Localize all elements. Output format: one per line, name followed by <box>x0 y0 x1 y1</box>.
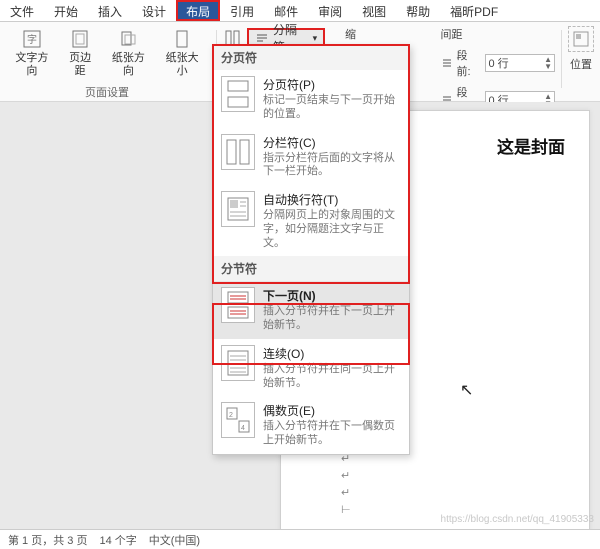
spacing-label: 间距 <box>441 26 555 42</box>
orientation-icon <box>117 28 139 50</box>
spin-buttons-icon: ▲▼ <box>544 56 552 70</box>
tab-layout[interactable]: 布局 <box>176 0 220 21</box>
svg-text:2: 2 <box>229 412 233 419</box>
text-direction-icon: 字 <box>21 28 43 50</box>
even-page-icon: 24 <box>221 402 255 438</box>
separator <box>561 30 562 88</box>
tab-design[interactable]: 设计 <box>132 0 176 21</box>
section-breaks-header: 分节符 <box>213 256 409 281</box>
position-icon <box>568 26 594 52</box>
menu-item-page-break[interactable]: 分页符(P) 标记一页结束与下一页开始的位置。 <box>213 70 409 128</box>
page-breaks-header: 分页符 <box>213 45 409 70</box>
mouse-cursor-icon: ↖ <box>460 380 473 400</box>
menu-item-desc: 分隔网页上的对象周围的文字，如分隔题注文字与正文。 <box>263 209 401 250</box>
svg-text:4: 4 <box>241 425 245 432</box>
menu-item-title: 偶数页(E) <box>263 402 401 419</box>
column-break-icon <box>221 134 255 170</box>
watermark: https://blog.csdn.net/qq_41905333 <box>441 514 594 525</box>
tab-foxit[interactable]: 福昕PDF <box>440 0 508 21</box>
tab-strip: 文件 开始 插入 设计 布局 引用 邮件 审阅 视图 帮助 福昕PDF <box>0 0 600 22</box>
continuous-icon <box>221 345 255 381</box>
menu-item-desc: 插入分节符并在下一偶数页上开始新节。 <box>263 420 401 448</box>
svg-text:字: 字 <box>27 33 37 46</box>
orientation-button[interactable]: 纸张方向 <box>103 26 155 79</box>
tab-review[interactable]: 审阅 <box>308 0 352 21</box>
position-button[interactable]: 位置 <box>570 56 592 72</box>
menu-item-text-wrap[interactable]: 自动换行符(T) 分隔网页上的对象周围的文字，如分隔题注文字与正文。 <box>213 185 409 256</box>
tab-view[interactable]: 视图 <box>352 0 396 21</box>
menu-item-title: 下一页(N) <box>263 287 401 304</box>
page-break-icon <box>221 76 255 112</box>
menu-item-next-page[interactable]: 下一页(N) 插入分节符并在下一页上开始新节。 <box>213 281 409 339</box>
menu-item-even-page[interactable]: 24 偶数页(E) 插入分节符并在下一偶数页上开始新节。 <box>213 396 409 454</box>
page-setup-group-label: 页面设置 <box>81 83 133 101</box>
menu-item-continuous[interactable]: 连续(O) 插入分节符并在同一页上开始新节。 <box>213 339 409 397</box>
menu-item-title: 分页符(P) <box>263 76 401 93</box>
chevron-down-icon: ▾ <box>313 33 318 44</box>
tab-file[interactable]: 文件 <box>0 0 44 21</box>
tab-home[interactable]: 开始 <box>44 0 88 21</box>
text-wrap-icon <box>221 191 255 227</box>
breaks-dropdown-panel: 分页符 分页符(P) 标记一页结束与下一页开始的位置。 分栏符(C) 指示分栏符… <box>212 44 410 455</box>
menu-item-title: 分栏符(C) <box>263 134 401 151</box>
tab-insert[interactable]: 插入 <box>88 0 132 21</box>
margins-button[interactable]: 页边距 <box>60 26 101 79</box>
size-icon <box>171 28 193 50</box>
text-direction-button[interactable]: 字 文字方向 <box>6 26 58 79</box>
menu-item-column-break[interactable]: 分栏符(C) 指示分栏符后面的文字将从下一栏开始。 <box>213 128 409 186</box>
spacing-before-input[interactable]: 0 行 ▲▼ <box>485 54 555 72</box>
spacing-before-icon <box>441 57 453 69</box>
breaks-icon <box>255 31 269 45</box>
menu-item-desc: 指示分栏符后面的文字将从下一栏开始。 <box>263 152 401 180</box>
menu-item-desc: 插入分节符并在下一页上开始新节。 <box>263 305 401 333</box>
next-page-icon <box>221 287 255 323</box>
menu-item-title: 连续(O) <box>263 345 401 362</box>
status-page[interactable]: 第 1 页，共 3 页 <box>8 532 87 548</box>
status-bar: 第 1 页，共 3 页 14 个字 中文(中国) <box>0 529 600 549</box>
tab-references[interactable]: 引用 <box>220 0 264 21</box>
menu-item-desc: 插入分节符并在同一页上开始新节。 <box>263 363 401 391</box>
size-button[interactable]: 纸张大小 <box>156 26 208 79</box>
status-word-count[interactable]: 14 个字 <box>99 532 136 548</box>
margins-icon <box>69 28 91 50</box>
before-label: 段前: <box>457 47 482 79</box>
menu-item-title: 自动换行符(T) <box>263 191 401 208</box>
menu-item-desc: 标记一页结束与下一页开始的位置。 <box>263 94 401 122</box>
page-title: 这是封面 <box>497 133 565 158</box>
tab-mail[interactable]: 邮件 <box>264 0 308 21</box>
tab-help[interactable]: 帮助 <box>396 0 440 21</box>
status-language[interactable]: 中文(中国) <box>149 532 200 548</box>
